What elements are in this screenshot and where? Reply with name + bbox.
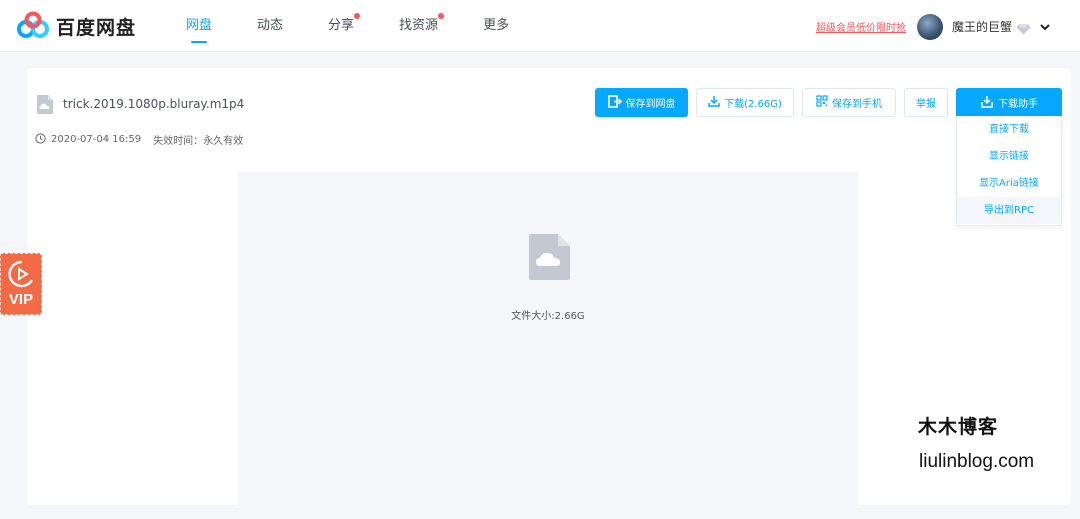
save-button-label: 保存到网盘 [625,99,676,110]
nav-find-resources[interactable]: 找资源 [399,0,445,52]
watermark-title: 木木博客 [918,416,999,438]
play-icon [8,260,36,292]
chevron-down-icon[interactable] [1039,18,1051,37]
cloud-file-icon [527,233,571,285]
download-helper-menu: 直接下载 显示链接 显示Aria链接 导出到RPC [956,116,1062,226]
nav-more-label: 更多 [483,18,510,33]
download-button[interactable]: 下载(2.66G) [696,88,794,117]
qr-code-icon [816,95,832,110]
main-nav: 网盘 动态 分享 找资源 更多 [186,0,554,52]
download-button-label: 下载(2.66G) [724,99,782,110]
nav-find-resources-label: 找资源 [399,18,439,33]
download-helper-label: 下载助手 [998,99,1038,110]
notification-dot [438,13,445,19]
file-icon [36,94,54,119]
baidu-netdisk-logo[interactable]: 百度网盘 [15,11,136,41]
menu-item-show-link[interactable]: 显示链接 [957,143,1061,170]
expire-time: 失效时间：永久有效 [153,136,244,147]
file-meta: 2020-07-04 16:59 失效时间：永久有效 [35,132,243,147]
menu-item-export-rpc[interactable]: 导出到RPC [957,197,1061,224]
save-to-phone-label: 保存到手机 [832,99,882,110]
username[interactable]: 魔王的巨蟹 [952,18,1012,35]
vip-promo-link[interactable]: 超级会员低价限时抢 [816,19,906,34]
file-preview-area: 文件大小:2.66G [238,171,858,505]
vip-label: VIP [8,291,34,308]
clock-icon [35,132,46,147]
save-icon [607,94,626,111]
file-name: trick.2019.1080p.bluray.m1p4 [63,97,245,111]
menu-item-show-aria-link[interactable]: 显示Aria链接 [957,170,1061,197]
file-size-label: 文件大小:2.66G [511,311,585,322]
share-date: 2020-07-04 16:59 [51,134,142,145]
nav-activity[interactable]: 动态 [257,0,283,52]
nav-netdisk-label: 网盘 [186,18,213,33]
nav-share[interactable]: 分享 [328,0,361,52]
nav-netdisk[interactable]: 网盘 [186,0,212,52]
menu-item-direct-download[interactable]: 直接下载 [957,116,1061,143]
save-to-netdisk-button[interactable]: 保存到网盘 [595,88,688,117]
nav-activity-label: 动态 [257,18,284,33]
vip-float-widget[interactable]: VIP [0,253,42,315]
brand-name: 百度网盘 [56,16,137,39]
diamond-icon [1016,20,1031,39]
report-button[interactable]: 举报 [904,88,948,117]
cloud-logo-icon [15,11,51,41]
watermark-url: liulinblog.com [919,451,1035,472]
top-navigation-bar: 百度网盘 网盘 动态 分享 找资源 更多 超级会员低价限时抢 魔王的巨蟹 [0,0,1080,52]
download-helper-button[interactable]: 下载助手 [956,88,1062,117]
report-button-label: 举报 [916,99,936,110]
download-icon [708,95,724,110]
avatar[interactable] [917,14,943,40]
nav-share-label: 分享 [328,18,355,33]
save-to-phone-button[interactable]: 保存到手机 [802,88,896,117]
download-icon [980,95,998,111]
nav-more[interactable]: 更多 [483,0,509,52]
file-size-text: 文件大小:2.66G [238,307,858,322]
notification-dot [354,13,361,19]
